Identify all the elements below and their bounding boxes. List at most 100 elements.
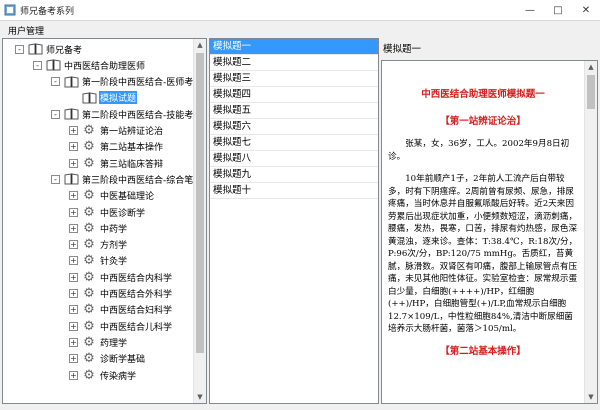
tree-node[interactable]: + ⚙ 中西医结合内科学 [69, 269, 173, 285]
tree-node[interactable]: - 第二阶段中西医结合-技能考试 [51, 106, 203, 122]
tree-node-label: 第二站基本操作 [100, 143, 164, 154]
tree-node[interactable]: - 第一阶段中西医结合-医师考试 [51, 74, 203, 90]
tree-node-label: 中西医结合内科学 [100, 273, 173, 284]
gear-icon: ⚙ [83, 351, 95, 367]
gear-icon: ⚙ [83, 188, 95, 204]
expand-icon[interactable]: + [69, 142, 78, 152]
tree-node[interactable]: + ⚙ 中西医结合妇科学 [69, 302, 173, 318]
gear-icon: ⚙ [83, 237, 95, 253]
detail-panel: 模拟题一 中西医结合助理医师模拟题一 【第一站辨证论治】 张某，女，36岁，工人… [381, 38, 598, 404]
collapse-icon[interactable]: - [15, 44, 24, 54]
expand-icon[interactable]: + [69, 223, 78, 233]
expand-icon[interactable]: + [69, 289, 78, 298]
tree-node[interactable]: - 第三阶段中西医结合-综合笔试 [51, 171, 203, 187]
tree-node[interactable]: + ⚙ 诊断学基础 [69, 351, 146, 367]
list-item[interactable]: 模拟题一 [210, 39, 378, 55]
tree-node-label: 第三阶段中西医结合-综合笔试 [82, 175, 203, 186]
tree-node-label: 中西医结合外科学 [100, 290, 173, 300]
book-icon [63, 107, 79, 121]
scroll-down-icon[interactable]: ▼ [194, 391, 206, 403]
expand-icon[interactable]: + [69, 207, 78, 217]
list-item[interactable]: 模拟题三 [210, 71, 378, 87]
tree-node-label: 中西医结合妇科学 [100, 306, 173, 317]
scroll-thumb[interactable] [196, 53, 204, 353]
expand-icon[interactable]: + [69, 321, 78, 331]
gear-icon: ⚙ [83, 253, 95, 269]
tree-node-label: 方剂学 [100, 241, 128, 252]
book-icon [81, 91, 97, 105]
collapse-icon[interactable]: - [51, 77, 60, 87]
expand-icon[interactable]: + [69, 370, 78, 380]
tree-node[interactable]: + ⚙ 第三站临床答辩 [69, 155, 164, 171]
gear-icon: ⚙ [83, 269, 95, 285]
list-item[interactable]: 模拟题五 [210, 103, 378, 119]
question-list[interactable]: 模拟题一 模拟题二 模拟题三 模拟题四 模拟题五 模拟题六 模拟题七 模拟题八 模拟题九 模拟题十 [209, 38, 379, 404]
tree-node[interactable]: + ⚙ 中西医结合儿科学 [69, 318, 173, 334]
tree-node-label: 第一阶段中西医结合-医师考试 [82, 78, 203, 89]
close-icon[interactable]: ✕ [572, 0, 600, 20]
detail-title: 模拟题一 [383, 44, 422, 55]
tree-node[interactable]: 模拟试题 [69, 90, 138, 106]
minimize-icon[interactable]: — [516, 0, 544, 20]
gear-icon: ⚙ [83, 286, 95, 301]
expand-icon[interactable]: + [69, 191, 78, 201]
expand-icon[interactable]: + [69, 158, 78, 168]
tree-node-label: 传染病学 [100, 371, 137, 382]
app-icon [4, 4, 16, 16]
expand-icon[interactable]: + [69, 272, 78, 282]
gear-icon: ⚙ [83, 302, 95, 318]
collapse-icon[interactable]: - [51, 109, 60, 119]
scroll-up-icon[interactable]: ▲ [194, 39, 206, 51]
title-bar: 师兄备考系列 — □ ✕ [0, 0, 600, 21]
window-title: 师兄备考系列 [20, 7, 75, 17]
list-item[interactable]: 模拟题十 [210, 183, 378, 199]
tree-node-label: 第三站临床答辩 [100, 159, 164, 170]
expand-icon[interactable]: + [69, 354, 78, 364]
tree-node-label: 中西医结合助理医师 [64, 61, 146, 72]
scroll-down-icon[interactable]: ▼ [585, 391, 597, 403]
tree-node[interactable]: + ⚙ 中医基础理论 [69, 188, 155, 204]
tree-node[interactable]: + ⚙ 方剂学 [69, 237, 128, 253]
expand-icon[interactable]: + [69, 256, 78, 266]
gear-icon: ⚙ [83, 334, 95, 350]
collapse-icon[interactable]: - [33, 60, 42, 70]
tree-node[interactable]: - 中西医结合助理医师 [33, 57, 146, 73]
tree-node[interactable]: - 师兄备考 [15, 41, 83, 57]
expand-icon[interactable]: + [69, 240, 78, 250]
list-item[interactable]: 模拟题九 [210, 167, 378, 183]
tree-node[interactable]: + ⚙ 传染病学 [69, 367, 137, 383]
list-item[interactable]: 模拟题二 [210, 55, 378, 71]
scroll-thumb[interactable] [587, 75, 595, 109]
gear-icon: ⚙ [83, 139, 95, 155]
tree-node-label: 针灸学 [100, 257, 128, 268]
menu-bar: 用户管理 [0, 21, 600, 38]
tree-node[interactable]: + ⚙ 药理学 [69, 334, 128, 350]
tree-node[interactable]: + ⚙ 针灸学 [69, 253, 128, 269]
gear-icon: ⚙ [83, 155, 95, 171]
list-item[interactable]: 模拟题四 [210, 87, 378, 103]
section-heading: 【第一站辨证论治】 [440, 115, 526, 127]
category-tree[interactable]: - 师兄备考 - 中西医结合助理医师 - 第一阶段中西医结合-医师考试 模拟试题 - 第二阶段中… [2, 38, 207, 404]
tree-node[interactable]: + ⚙ 第二站基本操作 [69, 139, 164, 155]
document-view[interactable]: 中西医结合助理医师模拟题一 【第一站辨证论治】 张某，女，36岁，工人。2002… [381, 60, 598, 404]
gear-icon: ⚙ [83, 220, 95, 236]
expand-icon[interactable]: + [69, 126, 78, 135]
list-item[interactable]: 模拟题八 [210, 151, 378, 167]
tree-scrollbar[interactable]: ▲ ▼ [193, 39, 206, 403]
menu-user-management[interactable]: 用户管理 [8, 24, 44, 37]
section-heading: 【第二站基本操作】 [440, 345, 526, 357]
document-scrollbar[interactable]: ▲ ▼ [584, 61, 597, 403]
tree-node[interactable]: + ⚙ 中药学 [69, 220, 128, 236]
scroll-up-icon[interactable]: ▲ [585, 61, 597, 73]
tree-node[interactable]: + ⚙ 中西医结合外科学 [69, 286, 173, 302]
book-icon [63, 172, 79, 186]
list-item[interactable]: 模拟题六 [210, 119, 378, 135]
collapse-icon[interactable]: - [51, 174, 60, 184]
expand-icon[interactable]: + [69, 337, 78, 347]
gear-icon: ⚙ [83, 367, 95, 383]
expand-icon[interactable]: + [69, 305, 78, 315]
tree-node[interactable]: + ⚙ 第一站辨证论治 [69, 123, 164, 139]
list-item[interactable]: 模拟题七 [210, 135, 378, 151]
tree-node[interactable]: + ⚙ 中医诊断学 [69, 204, 146, 220]
maximize-icon[interactable]: □ [544, 0, 572, 20]
